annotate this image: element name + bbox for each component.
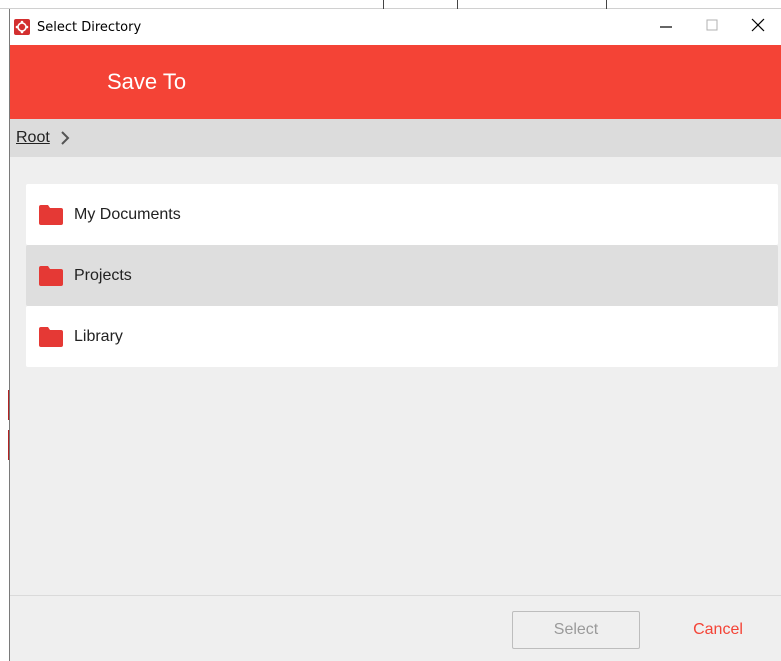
- dialog-header: Save To: [10, 45, 781, 119]
- folder-icon: [39, 204, 63, 225]
- background-divider: [606, 0, 607, 9]
- folder-list: My Documents Projects Library: [26, 184, 778, 367]
- breadcrumb: Root: [10, 119, 781, 157]
- folder-label: Projects: [74, 266, 132, 284]
- close-icon: [751, 18, 765, 37]
- folder-row-projects[interactable]: Projects: [26, 245, 778, 306]
- minimize-button[interactable]: [643, 9, 689, 45]
- cancel-button[interactable]: Cancel: [668, 611, 768, 649]
- maximize-icon: [706, 18, 718, 36]
- breadcrumb-root-link[interactable]: Root: [16, 129, 50, 147]
- background-window-edge: [0, 0, 781, 9]
- header-title: Save To: [107, 69, 187, 94]
- title-bar[interactable]: Select Directory: [10, 9, 781, 45]
- close-button[interactable]: [735, 9, 781, 45]
- window-controls: [643, 9, 781, 45]
- folder-row-library[interactable]: Library: [26, 306, 778, 367]
- select-directory-dialog: Select Directory Save To Root My Documen…: [9, 9, 781, 661]
- chevron-right-icon: [60, 131, 70, 145]
- dialog-footer: Select Cancel: [10, 595, 781, 661]
- folder-label: Library: [74, 327, 123, 345]
- folder-row-my-documents[interactable]: My Documents: [26, 184, 778, 245]
- background-divider: [383, 0, 384, 9]
- minimize-icon: [660, 18, 672, 36]
- select-button[interactable]: Select: [512, 611, 640, 649]
- folder-label: My Documents: [74, 205, 181, 223]
- folder-icon: [39, 265, 63, 286]
- folder-icon: [39, 326, 63, 347]
- background-divider: [457, 0, 458, 9]
- maximize-button[interactable]: [689, 9, 735, 45]
- app-logo-icon: [14, 19, 30, 35]
- window-title: Select Directory: [37, 19, 142, 35]
